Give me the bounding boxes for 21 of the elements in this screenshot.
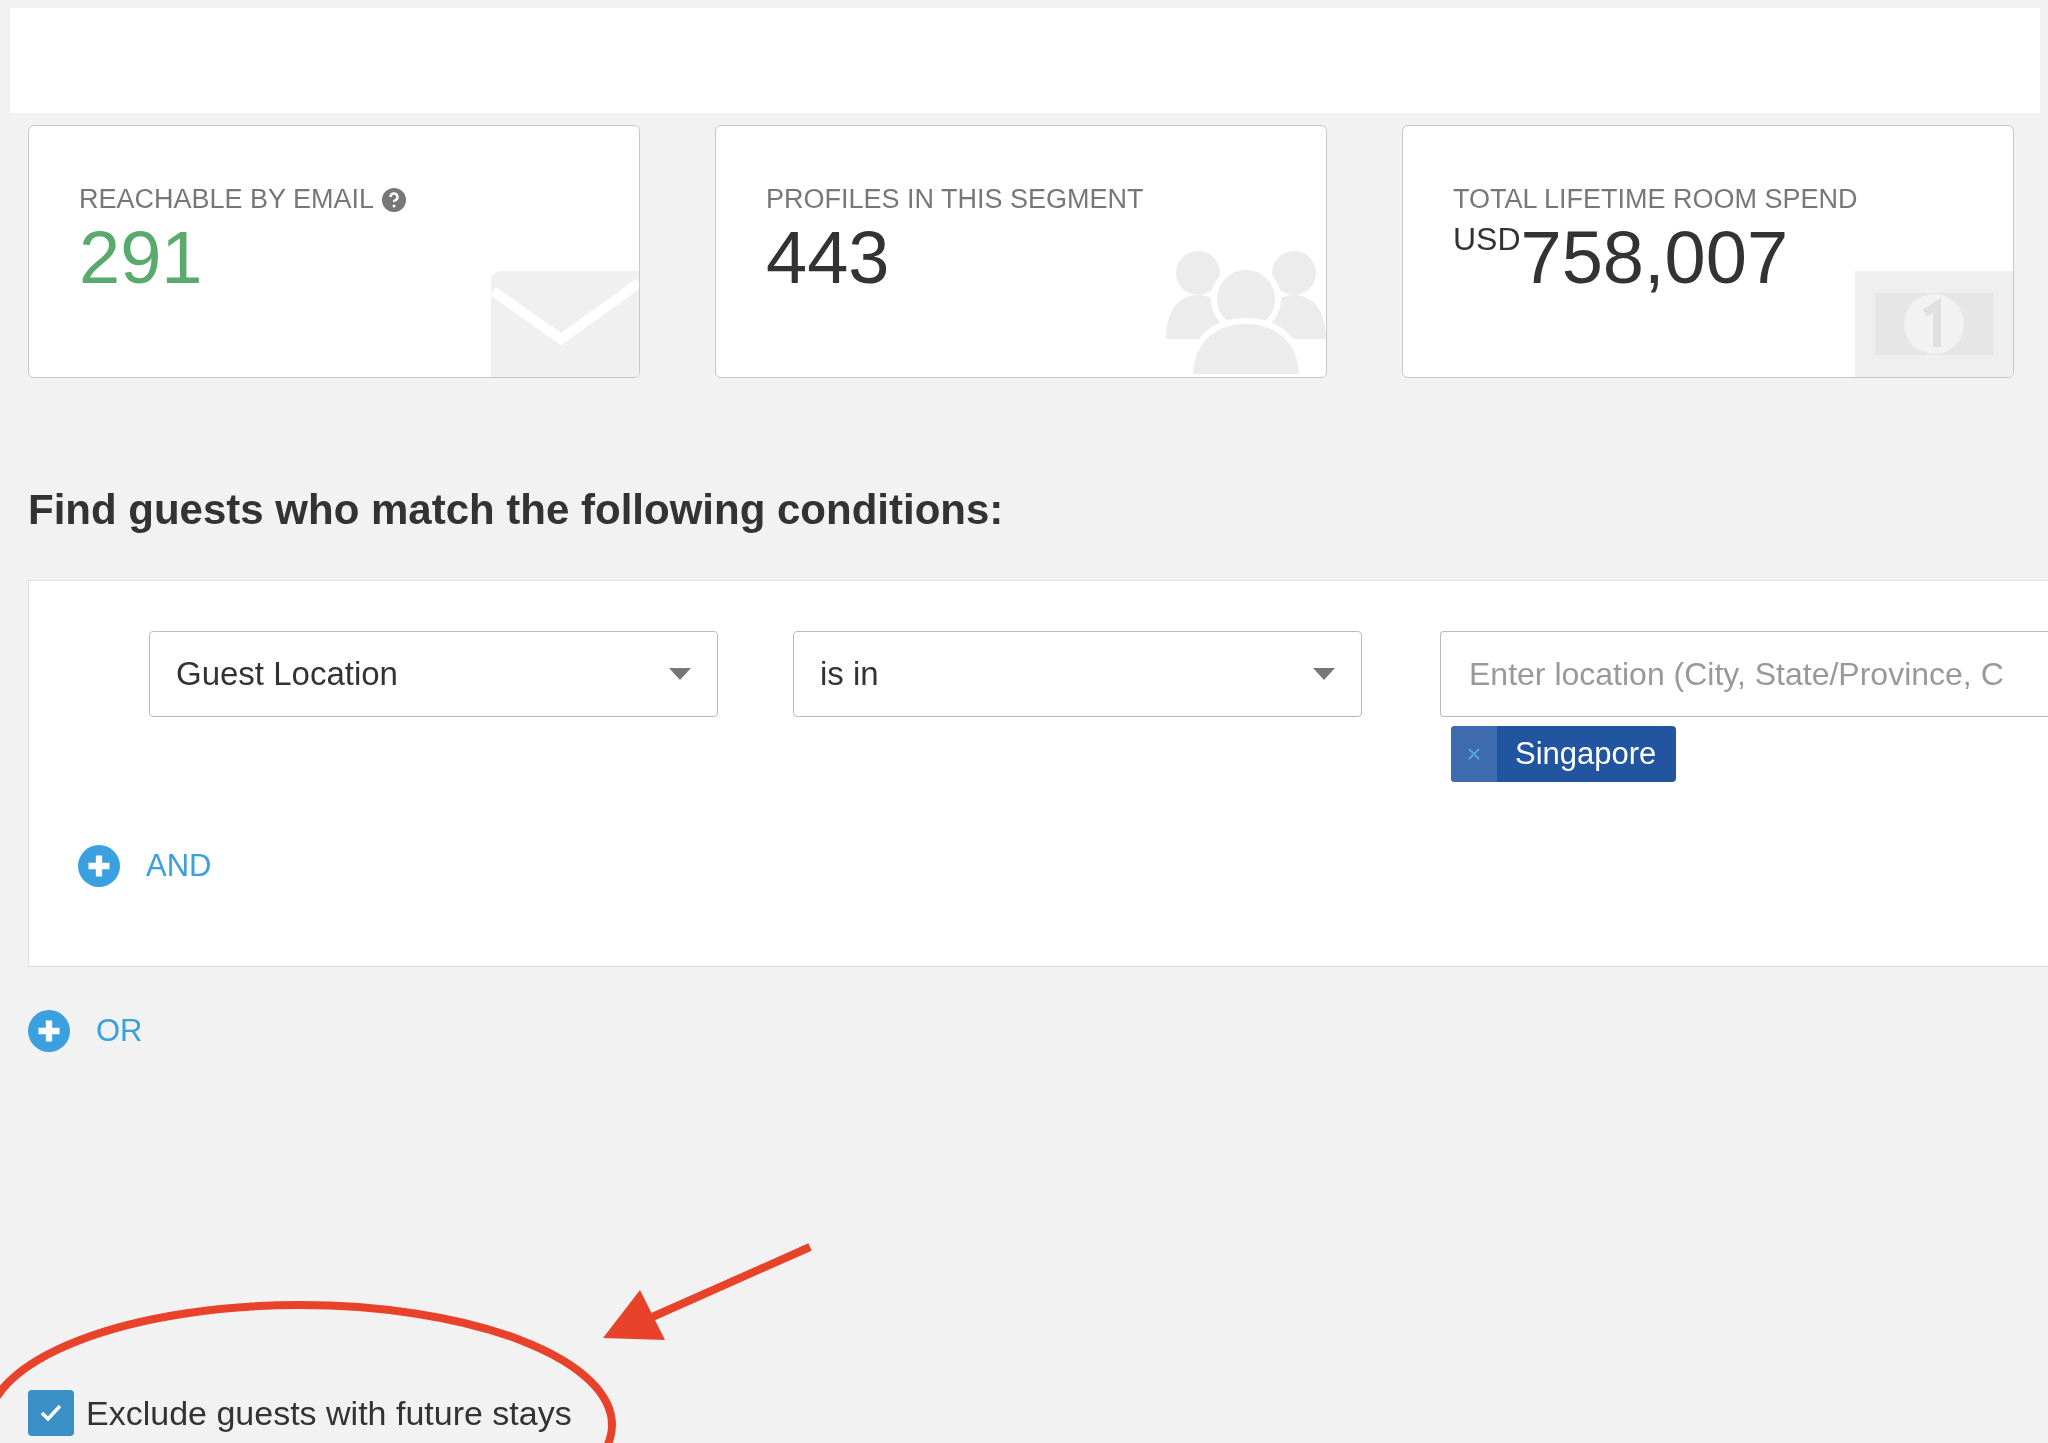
add-icon[interactable] — [78, 845, 120, 887]
location-tag: Singapore — [1451, 726, 1677, 782]
stat-value: 291 — [79, 221, 203, 295]
checkbox[interactable] — [28, 1390, 74, 1436]
stat-label: REACHABLE BY EMAIL — [79, 184, 375, 215]
help-icon[interactable] — [382, 187, 407, 212]
caret-icon — [669, 668, 691, 680]
stat-label: TOTAL LIFETIME ROOM SPEND — [1453, 184, 1858, 215]
location-input[interactable]: Enter location (City, State/Province, C — [1440, 631, 2048, 717]
field-dropdown[interactable]: Guest Location — [149, 631, 718, 717]
remove-icon[interactable] — [1451, 726, 1497, 782]
banknote-icon — [1855, 271, 2013, 377]
operator-dropdown[interactable]: is in — [793, 631, 1362, 717]
currency-label: USD — [1453, 223, 1521, 255]
stat-value: 443 — [766, 221, 890, 295]
stat-value: 758,007 — [1520, 221, 1789, 295]
stat-label: PROFILES IN THIS SEGMENT — [766, 184, 1144, 215]
add-icon[interactable] — [28, 1010, 70, 1052]
conditions-heading: Find guests who match the following conditions: — [28, 486, 1005, 534]
checkbox-label: Exclude guests with future stays — [86, 1393, 572, 1433]
caret-icon — [1313, 668, 1335, 680]
